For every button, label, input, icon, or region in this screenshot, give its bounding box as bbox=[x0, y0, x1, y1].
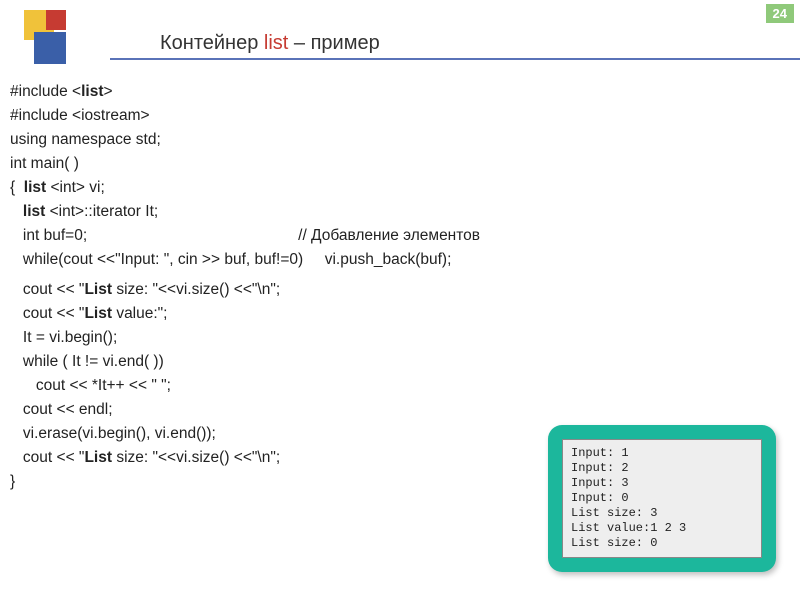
slide-header: Контейнер list – пример bbox=[0, 10, 800, 70]
code-line: while ( It != vi.end( )) bbox=[10, 350, 790, 374]
title-part-3: – пример bbox=[288, 32, 379, 54]
logo-squares-icon bbox=[24, 10, 94, 60]
code-line: cout << "List value:"; bbox=[10, 302, 790, 326]
code-line: #include <list> bbox=[10, 80, 790, 104]
code-line: { list <int> vi; bbox=[10, 176, 790, 200]
code-line: cout << endl; bbox=[10, 398, 790, 422]
code-line: cout << "List size: "<<vi.size() <<"\n"; bbox=[10, 278, 790, 302]
code-line: cout << *It++ << " "; bbox=[10, 374, 790, 398]
code-line: int buf=0; // Добавление элементов bbox=[10, 224, 790, 248]
code-line: while(cout <<"Input: ", cin >> buf, buf!… bbox=[10, 248, 790, 272]
code-line: list <int>::iterator It; bbox=[10, 200, 790, 224]
title-part-1: Контейнер bbox=[160, 32, 264, 54]
title-underline bbox=[110, 58, 800, 60]
program-output-text: Input: 1 Input: 2 Input: 3 Input: 0 List… bbox=[562, 439, 762, 558]
code-line: using namespace std; bbox=[10, 128, 790, 152]
code-line: It = vi.begin(); bbox=[10, 326, 790, 350]
code-line: int main( ) bbox=[10, 152, 790, 176]
code-line: #include <iostream> bbox=[10, 104, 790, 128]
program-output-panel: Input: 1 Input: 2 Input: 3 Input: 0 List… bbox=[548, 425, 776, 572]
slide-title: Контейнер list – пример bbox=[160, 32, 380, 55]
title-part-2: list bbox=[264, 32, 288, 54]
